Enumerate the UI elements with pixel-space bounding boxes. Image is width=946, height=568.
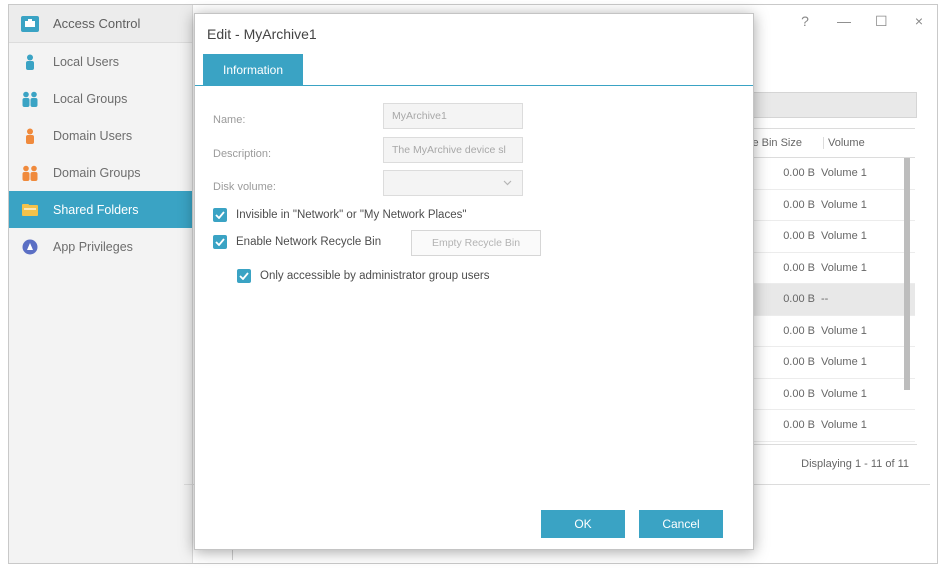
sidebar-item-label: Domain Users <box>53 128 133 143</box>
maximize-icon[interactable]: ☐ <box>875 13 888 30</box>
table-row[interactable]: 0.00 B Volume 1 <box>735 158 915 190</box>
sidebar-item-domain-groups[interactable]: Domain Groups <box>9 154 192 191</box>
table-row[interactable]: 0.00 B Volume 1 <box>735 253 915 284</box>
dialog-title: Edit - MyArchive1 <box>207 26 317 42</box>
table-header: ycle Bin Size Volume <box>735 128 915 158</box>
table-scrollbar[interactable] <box>904 158 910 390</box>
app-icon <box>21 238 39 256</box>
sidebar-item-label: App Privileges <box>53 239 133 254</box>
window-controls: ? — ☐ × <box>799 13 925 30</box>
pagination-status: Displaying 1 - 11 of 11 <box>735 444 917 482</box>
folder-icon <box>21 201 39 219</box>
sidebar-item-label: Domain Groups <box>53 165 141 180</box>
table-row[interactable]: 0.00 B Volume 1 <box>735 316 915 347</box>
admin-only-option[interactable]: Only accessible by administrator group u… <box>237 269 489 283</box>
sidebar-item-label: Local Users <box>53 54 119 69</box>
pagination-text: Displaying 1 - 11 of 11 <box>801 457 909 470</box>
cell-volume: Volume 1 <box>821 419 867 432</box>
sidebar-header: Access Control <box>9 5 192 43</box>
recycle-bin-option[interactable]: Enable Network Recycle Bin <box>213 235 381 249</box>
cell-volume: -- <box>821 293 829 306</box>
sidebar-item-label: Shared Folders <box>53 202 139 217</box>
cell-volume: Volume 1 <box>821 198 867 211</box>
table-row[interactable]: 0.00 B Volume 1 <box>735 410 915 442</box>
name-field[interactable]: MyArchive1 <box>383 103 523 129</box>
sidebar-item-local-groups[interactable]: Local Groups <box>9 80 192 117</box>
table-row[interactable]: 0.00 B Volume 1 <box>735 221 915 253</box>
table-row[interactable]: 0.00 B Volume 1 <box>735 347 915 379</box>
close-icon[interactable]: × <box>913 13 925 30</box>
recycle-bin-checkbox[interactable] <box>213 235 227 249</box>
cell-volume: Volume 1 <box>821 230 867 243</box>
invisible-label: Invisible in "Network" or "My Network Pl… <box>236 209 467 221</box>
cell-volume: Volume 1 <box>821 261 867 274</box>
tab-bar: Information <box>195 54 753 86</box>
chevron-down-icon <box>503 177 512 189</box>
cancel-button[interactable]: Cancel <box>639 510 723 538</box>
table-row[interactable]: 0.00 B Volume 1 <box>735 379 915 410</box>
group-icon <box>21 90 39 108</box>
app-title: Access Control <box>53 16 141 31</box>
sidebar-item-label: Local Groups <box>53 91 128 106</box>
disk-volume-label: Disk volume: <box>213 181 276 193</box>
folder-search-input[interactable] <box>735 92 917 118</box>
sidebar-item-domain-users[interactable]: Domain Users <box>9 117 192 154</box>
tab-information[interactable]: Information <box>203 54 303 86</box>
name-label: Name: <box>213 114 246 126</box>
name-value: MyArchive1 <box>392 110 447 122</box>
sidebar: Access Control Local Users Local Groups … <box>9 5 193 563</box>
sidebar-item-shared-folders[interactable]: Shared Folders <box>9 191 192 228</box>
empty-recycle-bin-button[interactable]: Empty Recycle Bin <box>411 230 541 256</box>
invisible-option[interactable]: Invisible in "Network" or "My Network Pl… <box>213 208 466 222</box>
description-value: The MyArchive device sl <box>392 144 506 156</box>
domain-user-icon <box>21 127 39 145</box>
domain-group-icon <box>21 164 39 182</box>
column-header-volume[interactable]: Volume <box>823 137 893 149</box>
help-icon[interactable]: ? <box>799 13 811 30</box>
admin-only-checkbox[interactable] <box>237 269 251 283</box>
sidebar-item-local-users[interactable]: Local Users <box>9 43 192 80</box>
shared-folders-table: ycle Bin Size Volume 0.00 B Volume 1 0.00… <box>735 128 915 442</box>
table-row-selected[interactable]: 0.00 B -- <box>735 284 915 316</box>
cell-volume: Volume 1 <box>821 356 867 369</box>
user-icon <box>21 53 39 71</box>
cell-volume: Volume 1 <box>821 167 867 180</box>
edit-folder-dialog: Edit - MyArchive1 Information Name: MyAr… <box>194 13 754 550</box>
recycle-bin-label: Enable Network Recycle Bin <box>236 236 382 248</box>
disk-volume-select[interactable] <box>383 170 523 196</box>
cell-volume: Volume 1 <box>821 324 867 337</box>
cell-volume: Volume 1 <box>821 387 867 400</box>
admin-only-label: Only accessible by administrator group u… <box>260 270 490 282</box>
description-field[interactable]: The MyArchive device sl <box>383 137 523 163</box>
minimize-icon[interactable]: — <box>837 13 851 30</box>
sidebar-item-app-privileges[interactable]: App Privileges <box>9 228 192 265</box>
invisible-checkbox[interactable] <box>213 208 227 222</box>
table-row[interactable]: 0.00 B Volume 1 <box>735 190 915 221</box>
description-label: Description: <box>213 148 272 160</box>
ok-button[interactable]: OK <box>541 510 625 538</box>
access-control-icon <box>21 15 39 33</box>
